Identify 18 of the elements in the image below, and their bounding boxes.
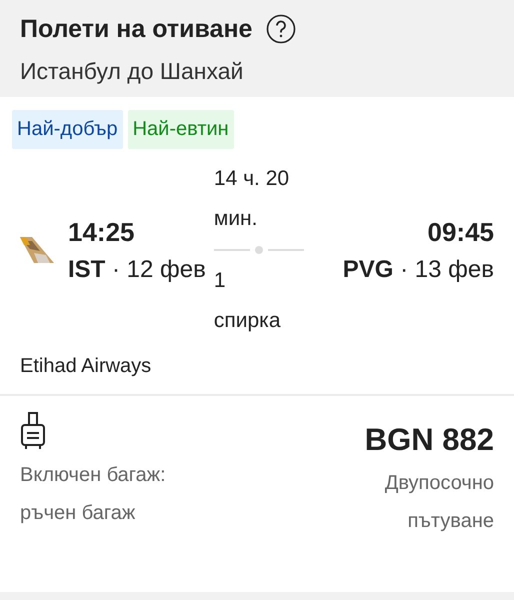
price-text: BGN 882	[364, 422, 494, 458]
section-title: Полети на отиване	[20, 14, 252, 44]
tag-label: Най-добър	[12, 110, 123, 149]
route-line-icon	[214, 245, 304, 255]
trip-type-text: Двупосочно пътуване	[384, 471, 494, 534]
duration-text: 14 ч. 20 мин.	[214, 166, 290, 232]
stops-text: 1 спирка	[214, 268, 282, 334]
arrival-time: 09:45	[428, 216, 494, 248]
tag-label: Най-евтин	[128, 110, 234, 149]
help-icon[interactable]	[266, 14, 296, 44]
departure-time: 14:25	[68, 216, 134, 248]
airline-name: Etihad Airways	[19, 354, 152, 379]
baggage-text: Включен багаж: ръчен багаж	[20, 463, 167, 526]
departure-airport: IST · 12 фев	[68, 256, 206, 284]
tail-fin-icon	[20, 237, 54, 263]
suitcase-icon	[20, 412, 46, 450]
route-text: Истанбул до Шанхай	[20, 58, 244, 85]
arrival-airport: PVG · 13 фев	[342, 256, 494, 284]
